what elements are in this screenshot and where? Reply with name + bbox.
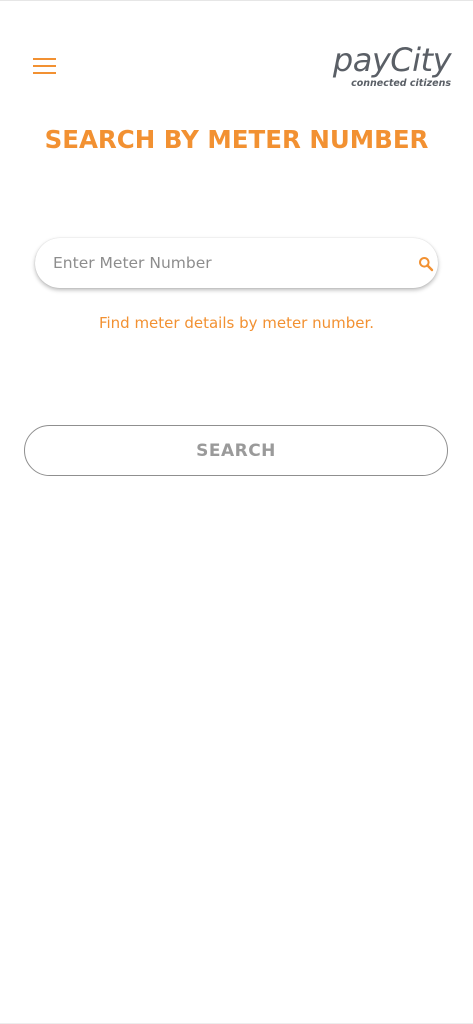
logo-tagline: connected citizens	[351, 78, 451, 89]
logo-wordmark: payCity	[332, 41, 452, 79]
paycity-logo: payCity connected citizens	[326, 38, 452, 94]
meter-search-box	[35, 238, 438, 288]
search-button[interactable]: SEARCH	[24, 425, 448, 476]
menu-button[interactable]	[30, 52, 60, 82]
page-title: SEARCH BY METER NUMBER	[44, 125, 429, 154]
hamburger-menu-icon	[33, 58, 56, 74]
search-icon[interactable]	[418, 256, 434, 272]
top-divider	[0, 0, 473, 1]
helper-text: Find meter details by meter number.	[98, 314, 375, 332]
meter-number-input[interactable]	[53, 238, 403, 288]
